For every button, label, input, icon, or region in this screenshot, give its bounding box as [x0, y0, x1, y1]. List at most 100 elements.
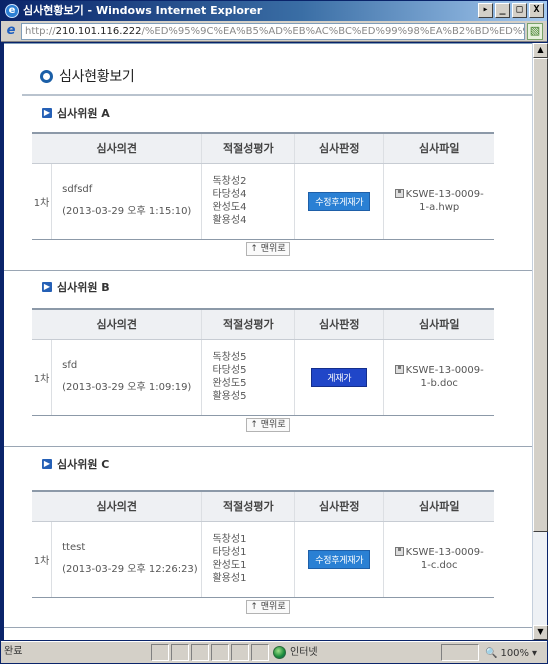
status-text: 완료	[4, 646, 23, 657]
reviewer-header: ▶ 심사위원 C	[22, 455, 532, 473]
minimize-button[interactable]: _	[495, 3, 510, 18]
col-header-file: 심사파일	[383, 308, 494, 340]
reviewer-name: 심사위원 C	[57, 458, 110, 471]
status-bar: 완료 인터넷 🔍 100% ▾	[1, 641, 547, 663]
eval-item[interactable]: 완성도1	[212, 559, 294, 572]
go-top-button[interactable]: ↑ 맨위로	[246, 242, 290, 256]
arrow-right-icon: ▶	[42, 108, 52, 118]
circle-bullet-icon	[40, 69, 53, 83]
eval-item[interactable]: 활용성1	[212, 572, 294, 585]
eval-cell: 독창성1 타당성1 완성도1 활용성1	[201, 521, 296, 598]
address-scheme: http://	[25, 26, 56, 37]
table-row: 1차 sdfsdf (2013-03-29 오후 1:15:10) 독창성2 타…	[32, 163, 494, 240]
col-header-eval: 적절성평가	[201, 308, 295, 340]
reviewer-section: ▶ 심사위원 A	[22, 104, 532, 122]
eval-item[interactable]: 독창성1	[212, 533, 294, 546]
opinion-text: sdfsdf	[62, 184, 93, 195]
compat-view-icon[interactable]: ▧	[527, 23, 543, 40]
address-bar: e http://210.101.116.222/%ED%95%9C%EA%B5…	[1, 21, 547, 42]
status-cell	[151, 644, 169, 661]
zone-label: 인터넷	[290, 646, 318, 658]
disk-icon	[394, 189, 404, 198]
extra-button[interactable]: ▸	[478, 3, 493, 18]
disk-icon	[394, 365, 404, 374]
eval-item[interactable]: 완성도4	[212, 201, 294, 214]
window-titlebar[interactable]: e 심사현황보기 - Windows Internet Explorer ▸ _…	[1, 1, 547, 21]
globe-icon	[273, 646, 286, 659]
table-row: 1차 ttest (2013-03-29 오후 12:26:23) 독창성1 타…	[32, 521, 494, 598]
eval-item[interactable]: 타당성4	[212, 188, 294, 201]
close-button[interactable]: X	[529, 3, 544, 18]
opinion-text: ttest	[62, 542, 86, 553]
protected-mode-button[interactable]	[441, 644, 479, 661]
maximize-button[interactable]: □	[512, 3, 527, 18]
address-host: 210.101.116.222	[55, 26, 142, 37]
page-icon: e	[6, 23, 16, 38]
status-cell	[251, 644, 269, 661]
page-header: 심사현황보기	[40, 66, 135, 86]
col-header-opinion: 심사의견	[32, 308, 202, 340]
col-header-eval: 적절성평가	[201, 132, 295, 164]
file-cell: KSWE-13-0009-1-c.doc	[383, 521, 494, 598]
eval-item[interactable]: 독창성5	[212, 351, 294, 364]
round-cell: 1차	[32, 339, 53, 416]
reviewer-name: 심사위원 A	[57, 107, 110, 120]
section-divider	[4, 627, 532, 628]
browser-window: e 심사현황보기 - Windows Internet Explorer ▸ _…	[0, 0, 548, 664]
chevron-down-icon: ▾	[532, 648, 538, 659]
eval-cell: 독창성5 타당성5 완성도5 활용성5	[201, 339, 296, 416]
judge-cell: 수정후게재가	[294, 521, 385, 598]
page-viewport: 심사현황보기 ▶ 심사위원 A 심사의견 적절성평가 심사판정 심사파일 1차 …	[4, 43, 532, 640]
disk-icon	[394, 547, 404, 556]
file-link[interactable]: KSWE-13-0009-1-b.doc	[406, 365, 484, 389]
eval-item[interactable]: 독창성2	[212, 175, 294, 188]
reviewer-section: ▶ 심사위원 B	[22, 278, 532, 296]
review-table: 심사의견 적절성평가 심사판정 심사파일 1차 sfd (2013-03-29 …	[32, 308, 494, 416]
status-cell	[211, 644, 229, 661]
section-divider	[4, 446, 532, 447]
scroll-up-icon[interactable]: ▲	[533, 43, 548, 58]
opinion-date: (2013-03-29 오후 1:09:19)	[62, 382, 192, 393]
address-path: /%ED%95%9C%EA%B5%AD%EB%AC%BC%ED%99%98%EA…	[141, 26, 525, 37]
eval-cell: 독창성2 타당성4 완성도4 활용성4	[201, 163, 296, 240]
reviewer-header: ▶ 심사위원 A	[22, 104, 532, 122]
opinion-cell: sfd (2013-03-29 오후 1:09:19)	[51, 339, 203, 416]
reviewer-name: 심사위원 B	[57, 281, 110, 294]
status-cell	[231, 644, 249, 661]
round-cell: 1차	[32, 163, 53, 240]
address-field[interactable]: http://210.101.116.222/%ED%95%9C%EA%B5%A…	[21, 23, 525, 40]
eval-item[interactable]: 타당성5	[212, 364, 294, 377]
arrow-right-icon: ▶	[42, 282, 52, 292]
col-header-judge: 심사판정	[294, 308, 384, 340]
file-link[interactable]: KSWE-13-0009-1-a.hwp	[406, 189, 484, 213]
zoom-level: 100%	[500, 648, 530, 659]
col-header-judge: 심사판정	[294, 490, 384, 522]
review-table: 심사의견 적절성평가 심사판정 심사파일 1차 ttest (2013-03-2…	[32, 490, 494, 598]
judge-badge: 수정후게재가	[308, 549, 371, 569]
section-divider	[4, 270, 532, 271]
col-header-judge: 심사판정	[294, 132, 384, 164]
opinion-date: (2013-03-29 오후 12:26:23)	[62, 564, 198, 575]
judge-cell: 수정후게재가	[294, 163, 385, 240]
page-title: 심사현황보기	[59, 69, 135, 85]
zoom-control[interactable]: 🔍 100% ▾	[485, 644, 537, 664]
zoom-icon: 🔍	[485, 648, 498, 659]
table-header-row: 심사의견 적절성평가 심사판정 심사파일	[32, 308, 494, 340]
title-divider	[22, 94, 532, 96]
eval-item[interactable]: 활용성4	[212, 214, 294, 227]
file-link[interactable]: KSWE-13-0009-1-c.doc	[406, 547, 484, 571]
eval-item[interactable]: 완성도5	[212, 377, 294, 390]
scroll-thumb[interactable]	[533, 58, 548, 532]
opinion-cell: ttest (2013-03-29 오후 12:26:23)	[51, 521, 203, 598]
review-table: 심사의견 적절성평가 심사판정 심사파일 1차 sdfsdf (2013-03-…	[32, 132, 494, 240]
go-top-button[interactable]: ↑ 맨위로	[246, 418, 290, 432]
col-header-eval: 적절성평가	[201, 490, 295, 522]
scroll-down-icon[interactable]: ▼	[533, 625, 548, 640]
go-top-button[interactable]: ↑ 맨위로	[246, 600, 290, 614]
reviewer-section: ▶ 심사위원 C	[22, 455, 532, 473]
eval-item[interactable]: 활용성5	[212, 390, 294, 403]
vertical-scrollbar[interactable]: ▲ ▼	[532, 43, 548, 640]
security-zone[interactable]: 인터넷	[271, 644, 318, 661]
eval-item[interactable]: 타당성1	[212, 546, 294, 559]
col-header-file: 심사파일	[383, 132, 494, 164]
